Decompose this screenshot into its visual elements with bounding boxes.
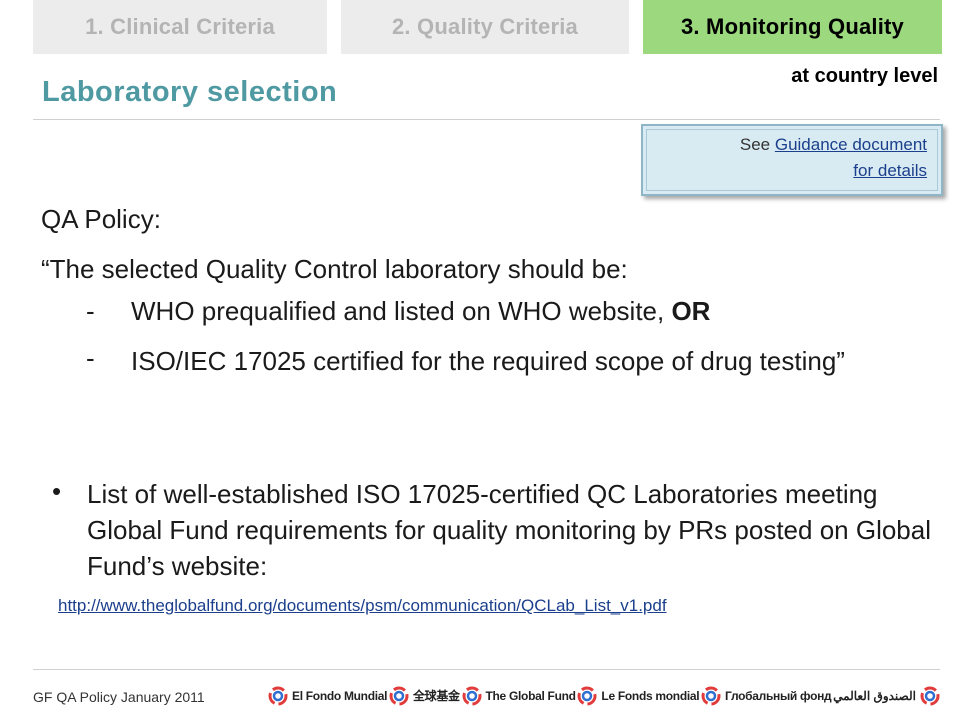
global-fund-icon — [701, 686, 721, 706]
guidance-callout: See Guidance document for details — [641, 124, 943, 196]
title-divider — [33, 119, 940, 120]
logo-name: Le Fonds mondial — [601, 689, 700, 703]
logo-chinese: 全球基金 — [389, 686, 460, 706]
guidance-prefix: See — [739, 135, 775, 154]
requirement-who-text: WHO prequalified and listed on WHO websi… — [131, 296, 672, 326]
logo-the-global-fund: The Global Fund — [462, 686, 576, 706]
global-fund-icon — [462, 686, 481, 706]
global-fund-icon — [920, 686, 940, 706]
guidance-line-2: for details — [643, 158, 927, 184]
list-dash: - — [86, 296, 95, 326]
logo-name: 全球基金 — [412, 689, 460, 703]
list-dash: - — [86, 343, 95, 373]
logo-el-fondo-mundial: El Fondo Mundial — [268, 686, 387, 706]
logo-name: الصندوق العالمي — [833, 689, 916, 703]
logo-arabic: الصندوق العالمي — [833, 686, 940, 706]
page-title: Laboratory selection — [42, 76, 338, 108]
subtab-label: at country level — [791, 65, 938, 87]
logo-name: The Global Fund — [485, 689, 576, 703]
partner-logos: El Fondo Mundial 全球基金 The Global Fund Le… — [268, 676, 940, 716]
footer-divider — [33, 669, 940, 670]
guidance-document-link[interactable]: Guidance document — [775, 135, 927, 154]
qa-policy-label: QA Policy: — [41, 204, 161, 234]
logo-name: El Fondo Mundial — [292, 689, 388, 703]
tab-quality-criteria-label: 2. Quality Criteria — [392, 14, 578, 39]
logo-name: Глобальный фонд — [725, 689, 832, 703]
requirement-or-emphasis: OR — [671, 296, 711, 326]
tab-monitoring-quality-label: 3. Monitoring Quality — [681, 14, 904, 39]
global-fund-icon — [577, 686, 597, 706]
global-fund-icon — [389, 686, 409, 706]
requirement-iso-certified: ISO/IEC 17025 certified for the required… — [131, 346, 845, 376]
qc-lab-list-link[interactable]: http://www.theglobalfund.org/documents/p… — [58, 596, 667, 616]
tab-clinical-criteria[interactable]: 1. Clinical Criteria — [33, 0, 327, 54]
global-fund-icon — [268, 686, 288, 706]
tab-quality-criteria[interactable]: 2. Quality Criteria — [341, 0, 629, 54]
qc-lab-list-bullet: List of well-established ISO 17025-certi… — [87, 479, 931, 581]
guidance-details-link[interactable]: for details — [853, 161, 927, 180]
tab-monitoring-quality[interactable]: 3. Monitoring Quality — [643, 0, 942, 54]
qa-policy-quote: “The selected Quality Control laboratory… — [41, 254, 628, 284]
logo-russian: Глобальный фонд — [701, 686, 832, 706]
footer-text: GF QA Policy January 2011 — [33, 689, 205, 705]
guidance-line-1: See Guidance document — [643, 132, 927, 158]
bullet-marker: • — [52, 476, 62, 506]
tab-clinical-criteria-label: 1. Clinical Criteria — [85, 14, 275, 39]
requirement-who-prequalified: WHO prequalified and listed on WHO websi… — [131, 296, 710, 327]
logo-le-fonds-mondial: Le Fonds mondial — [577, 686, 700, 706]
